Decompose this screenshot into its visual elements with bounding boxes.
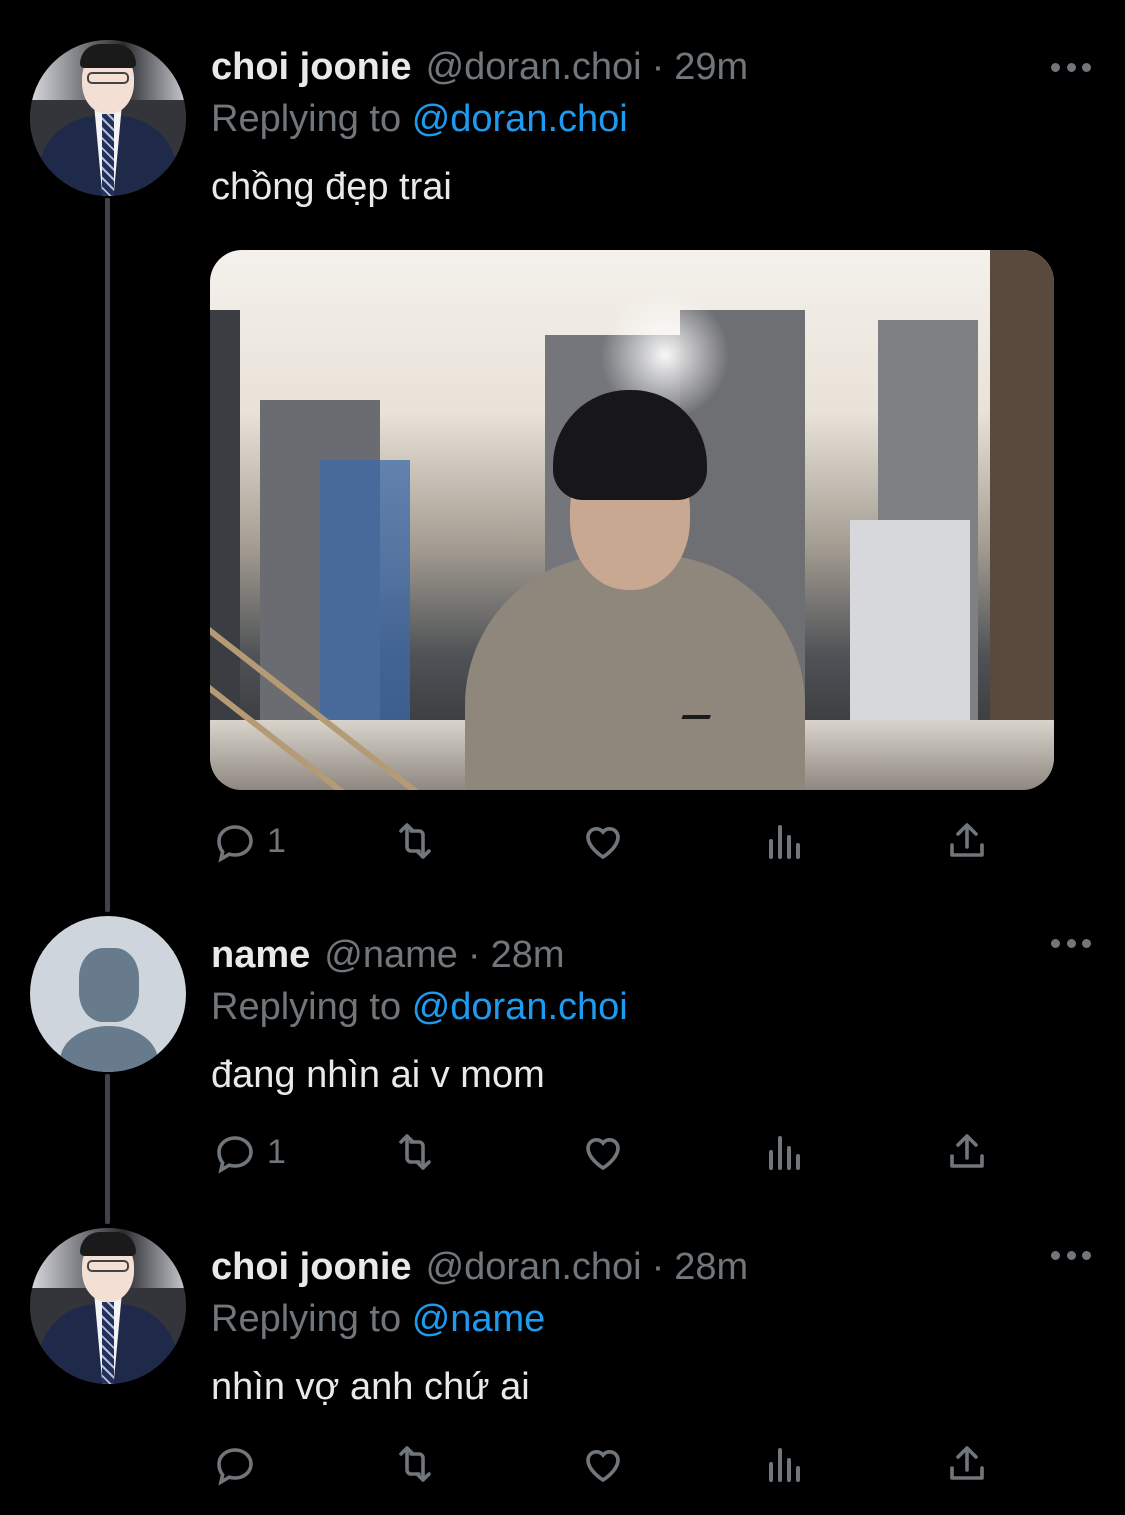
reply-button[interactable]: 1: [211, 1127, 286, 1177]
replying-to: Replying to @doran.choi: [211, 984, 1055, 1030]
like-button[interactable]: [579, 816, 627, 866]
retweet-icon: [399, 823, 431, 859]
retweet-button[interactable]: [391, 816, 439, 866]
reply-count: 1: [267, 821, 286, 860]
replying-to: Replying to @name: [211, 1296, 1055, 1342]
timestamp[interactable]: 28m: [491, 932, 565, 978]
like-button[interactable]: [579, 1439, 627, 1489]
views-button[interactable]: [761, 816, 809, 866]
retweet-button[interactable]: [391, 1439, 439, 1489]
reply-count: 1: [267, 1132, 286, 1171]
retweet-icon: [399, 1134, 431, 1170]
more-icon[interactable]: [1051, 1248, 1091, 1262]
tweet-actions: 1: [211, 1127, 1001, 1177]
tweet-header: choi joonie @doran.choi · 28m: [211, 1244, 1055, 1290]
tweet-content: name @name · 28m Replying to @doran.choi…: [211, 932, 1055, 1098]
avatar[interactable]: [30, 916, 186, 1072]
tweet-text: nhìn vợ anh chứ ai: [211, 1366, 530, 1408]
share-icon: [950, 1134, 984, 1168]
share-button[interactable]: [943, 1439, 991, 1489]
like-button[interactable]: [579, 1127, 627, 1177]
mention-link[interactable]: @doran.choi: [412, 986, 628, 1028]
display-name[interactable]: choi joonie: [211, 1244, 412, 1290]
replying-to-label: Replying to: [211, 98, 402, 140]
share-icon: [950, 1446, 984, 1480]
views-button[interactable]: [761, 1439, 809, 1489]
avatar[interactable]: [30, 1228, 186, 1384]
mention-link[interactable]: @doran.choi: [412, 98, 628, 140]
timestamp[interactable]: 29m: [674, 44, 748, 90]
reply-icon: [217, 1136, 253, 1174]
reply-button[interactable]: 1: [211, 816, 286, 866]
tweet-content: choi joonie @doran.choi · 29m Replying t…: [211, 44, 1055, 210]
views-button[interactable]: [761, 1127, 809, 1177]
tweet-header: choi joonie @doran.choi · 29m: [211, 44, 1055, 90]
tweet-content: choi joonie @doran.choi · 28m Replying t…: [211, 1244, 1055, 1410]
display-name[interactable]: choi joonie: [211, 44, 412, 90]
reply-button[interactable]: [211, 1439, 267, 1489]
tweet-actions: 1: [211, 816, 1001, 866]
retweet-icon: [399, 1446, 431, 1482]
heart-icon: [586, 827, 620, 860]
more-icon[interactable]: [1051, 60, 1091, 74]
share-icon: [950, 823, 984, 857]
tweet-header: name @name · 28m: [211, 932, 1055, 978]
default-avatar-icon: [79, 948, 139, 1022]
share-button[interactable]: [943, 1127, 991, 1177]
tweet[interactable]: name @name · 28m Replying to @doran.choi…: [0, 912, 1125, 1224]
separator: ·: [651, 46, 665, 88]
replying-to-label: Replying to: [211, 1298, 402, 1340]
reply-icon: [217, 1448, 253, 1486]
views-icon: [769, 825, 800, 859]
share-button[interactable]: [943, 816, 991, 866]
views-icon: [769, 1448, 800, 1482]
display-name[interactable]: name: [211, 932, 310, 978]
heart-icon: [586, 1450, 620, 1483]
retweet-button[interactable]: [391, 1127, 439, 1177]
mention-link[interactable]: @name: [412, 1298, 546, 1340]
tweet-text: chồng đẹp trai: [211, 166, 452, 208]
user-handle[interactable]: @doran.choi: [426, 44, 642, 90]
tweet-media-photo[interactable]: [210, 250, 1054, 790]
timestamp[interactable]: 28m: [674, 1244, 748, 1290]
replying-to-label: Replying to: [211, 986, 402, 1028]
separator: ·: [651, 1246, 665, 1288]
more-icon[interactable]: [1051, 936, 1091, 950]
user-handle[interactable]: @name: [324, 932, 458, 978]
views-icon: [769, 1136, 800, 1170]
tweet-actions: [211, 1439, 1001, 1489]
replying-to: Replying to @doran.choi: [211, 96, 1055, 142]
reply-icon: [217, 825, 253, 863]
separator: ·: [467, 934, 481, 976]
avatar[interactable]: [30, 40, 186, 196]
tweet-text: đang nhìn ai v mom: [211, 1054, 545, 1096]
conversation-timeline: choi joonie @doran.choi · 29m Replying t…: [0, 0, 1125, 1515]
user-handle[interactable]: @doran.choi: [426, 1244, 642, 1290]
heart-icon: [586, 1138, 620, 1171]
